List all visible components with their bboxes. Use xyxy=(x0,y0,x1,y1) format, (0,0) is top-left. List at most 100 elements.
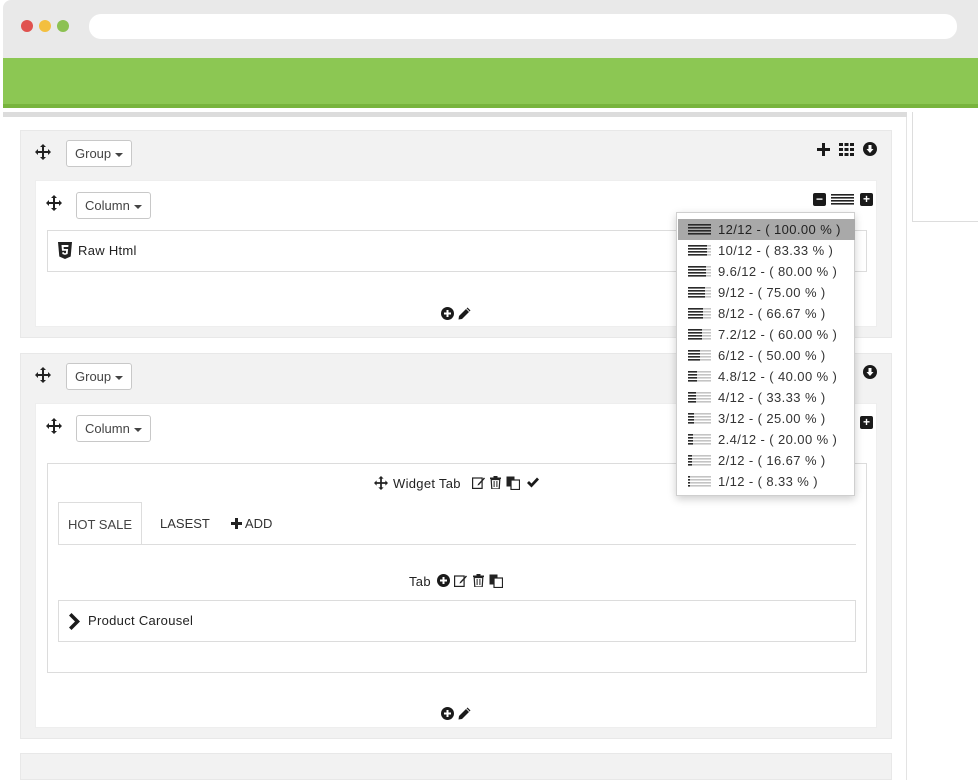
width-option-label: 4.8/12 - ( 40.00 % ) xyxy=(718,369,838,384)
width-option-label: 4/12 - ( 33.33 % ) xyxy=(718,390,826,405)
column-width-dropdown: 12/12 - ( 100.00 % ) 10/12 - ( 83.33 % ) 9… xyxy=(676,212,855,496)
add-circle-icon[interactable] xyxy=(441,707,454,720)
width-option[interactable]: 8/12 - ( 66.67 % ) xyxy=(678,303,855,324)
width-option[interactable]: 2/12 - ( 16.67 % ) xyxy=(678,450,855,471)
column-dropdown-label: Column xyxy=(85,421,130,436)
copy-icon[interactable] xyxy=(506,476,520,490)
width-option-label: 6/12 - ( 50.00 % ) xyxy=(718,348,826,363)
width-option[interactable]: 12/12 - ( 100.00 % ) xyxy=(678,219,855,240)
move-icon[interactable] xyxy=(46,195,62,211)
move-icon[interactable] xyxy=(374,476,388,490)
group-dropdown-button[interactable]: Group xyxy=(66,363,133,390)
chevron-down-icon xyxy=(133,204,142,209)
width-option-label: 9.6/12 - ( 80.00 % ) xyxy=(718,264,838,279)
column-width-icon xyxy=(688,371,711,382)
add-circle-icon[interactable] xyxy=(437,574,450,587)
width-option[interactable]: 1/12 - ( 8.33 % ) xyxy=(678,471,855,492)
tab-label: ADD xyxy=(244,516,273,531)
width-option-label: 2/12 - ( 16.67 % ) xyxy=(718,453,826,468)
width-option-label: 3/12 - ( 25.00 % ) xyxy=(718,411,826,426)
width-option-label: 1/12 - ( 8.33 % ) xyxy=(718,474,819,489)
edit-icon[interactable] xyxy=(472,476,485,489)
close-window-dot[interactable] xyxy=(21,20,33,32)
width-option[interactable]: 9.6/12 - ( 80.00 % ) xyxy=(678,261,855,282)
raw-html-label: Raw Html xyxy=(78,243,137,258)
canvas-top-strip xyxy=(3,112,907,117)
trash-icon[interactable] xyxy=(490,476,501,489)
group-dropdown-label: Group xyxy=(75,146,112,161)
chevron-down-icon xyxy=(115,152,124,157)
width-option[interactable]: 4/12 - ( 33.33 % ) xyxy=(678,387,855,408)
column-dropdown-label: Column xyxy=(85,198,130,213)
width-option[interactable]: 10/12 - ( 83.33 % ) xyxy=(678,240,855,261)
edit-icon[interactable] xyxy=(454,574,467,587)
group-row-3 xyxy=(20,753,892,780)
arrow-circle-down-icon[interactable] xyxy=(863,142,877,156)
widget-tab-label: Widget Tab xyxy=(393,476,461,491)
tab-label: LASEST xyxy=(160,516,210,531)
column-dropdown-button[interactable]: Column xyxy=(76,192,151,219)
maximize-window-dot[interactable] xyxy=(57,20,69,32)
column-width-icon xyxy=(688,329,711,340)
width-option-label: 9/12 - ( 75.00 % ) xyxy=(718,285,826,300)
group-dropdown-label: Group xyxy=(75,369,112,384)
tab-toolbar-label: Tab xyxy=(409,574,431,589)
column-width-icon xyxy=(688,476,711,487)
move-icon[interactable] xyxy=(35,144,51,160)
width-option[interactable]: 3/12 - ( 25.00 % ) xyxy=(678,408,855,429)
plus-icon xyxy=(231,518,242,529)
column-width-icon xyxy=(688,266,711,277)
column-width-icon xyxy=(688,245,711,256)
width-option[interactable]: 9/12 - ( 75.00 % ) xyxy=(678,282,855,303)
minus-square-icon[interactable]: − xyxy=(813,193,826,206)
width-option[interactable]: 4.8/12 - ( 40.00 % ) xyxy=(678,366,855,387)
tab-label: HOT SALE xyxy=(67,517,133,532)
side-panel xyxy=(912,112,978,222)
product-carousel-element[interactable]: Product Carousel xyxy=(58,600,856,642)
add-icon[interactable] xyxy=(817,143,830,156)
html5-icon xyxy=(58,242,72,259)
add-circle-icon[interactable] xyxy=(441,307,454,320)
width-option[interactable]: 7.2/12 - ( 60.00 % ) xyxy=(678,324,855,345)
column-width-icon xyxy=(688,455,711,466)
column-width-icon[interactable] xyxy=(831,194,854,205)
browser-chrome xyxy=(3,0,978,58)
tab-add[interactable]: ADD xyxy=(231,502,272,545)
width-option-label: 8/12 - ( 66.67 % ) xyxy=(718,306,826,321)
tab-lasest[interactable]: LASEST xyxy=(160,502,210,545)
chevron-down-icon xyxy=(133,427,142,432)
pencil-icon[interactable] xyxy=(458,307,471,320)
column-width-icon xyxy=(688,413,711,424)
header-bar xyxy=(3,58,978,108)
column-width-icon xyxy=(688,308,711,319)
plus-square-icon[interactable]: + xyxy=(860,416,873,429)
copy-icon[interactable] xyxy=(489,574,503,588)
column-dropdown-button[interactable]: Column xyxy=(76,415,151,442)
group-dropdown-button[interactable]: Group xyxy=(66,140,133,167)
column-width-icon xyxy=(688,392,711,403)
column-width-icon xyxy=(688,287,711,298)
width-option[interactable]: 2.4/12 - ( 20.00 % ) xyxy=(678,429,855,450)
chevron-down-icon xyxy=(115,375,124,380)
tab-hot-sale[interactable]: HOT SALE xyxy=(58,502,142,545)
pencil-icon[interactable] xyxy=(458,707,471,720)
minimize-window-dot[interactable] xyxy=(39,20,51,32)
column-width-icon xyxy=(688,434,711,445)
column-width-icon xyxy=(688,224,711,235)
chevron-right-icon[interactable] xyxy=(69,613,80,630)
width-option[interactable]: 6/12 - ( 50.00 % ) xyxy=(678,345,855,366)
column-width-icon xyxy=(688,350,711,361)
address-bar[interactable] xyxy=(89,14,957,39)
width-option-label: 2.4/12 - ( 20.00 % ) xyxy=(718,432,838,447)
trash-icon[interactable] xyxy=(473,574,484,587)
width-option-label: 12/12 - ( 100.00 % ) xyxy=(718,222,841,237)
grid-icon[interactable] xyxy=(839,143,854,156)
move-icon[interactable] xyxy=(46,418,62,434)
width-option-label: 7.2/12 - ( 60.00 % ) xyxy=(718,327,838,342)
product-carousel-label: Product Carousel xyxy=(88,613,194,628)
plus-square-icon[interactable]: + xyxy=(860,193,873,206)
move-icon[interactable] xyxy=(35,367,51,383)
arrow-circle-down-icon[interactable] xyxy=(863,365,877,379)
check-icon[interactable] xyxy=(527,477,539,488)
width-option-label: 10/12 - ( 83.33 % ) xyxy=(718,243,834,258)
